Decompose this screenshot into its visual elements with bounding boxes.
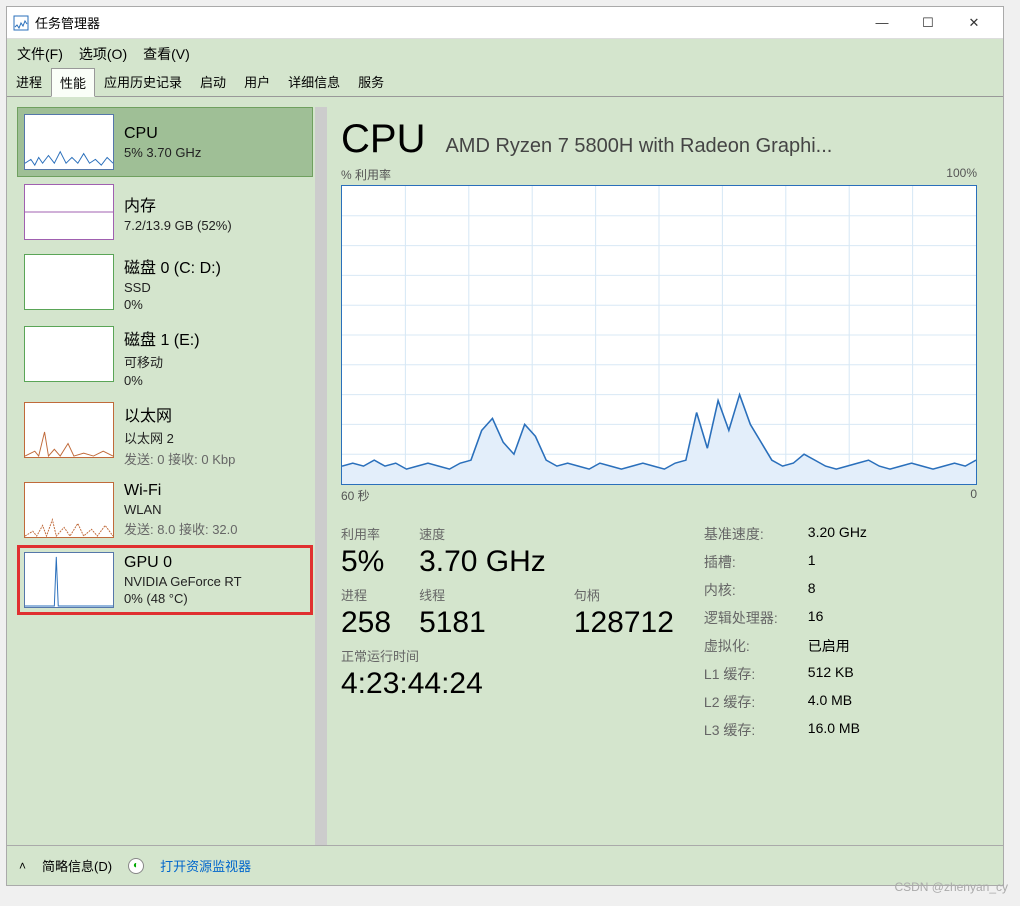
close-button[interactable]: ✕ xyxy=(951,8,997,38)
logical-label: 逻辑处理器: xyxy=(704,608,778,628)
cpu-thumb-icon xyxy=(24,114,114,170)
footer: ˄ 简略信息(D) ◐ 打开资源监视器 xyxy=(7,845,1003,885)
sidebar-wifi-title: Wi-Fi xyxy=(124,482,306,500)
main-subtitle: AMD Ryzen 7 5800H with Radeon Graphi... xyxy=(445,135,977,158)
sidebar-item-memory[interactable]: 内存 7.2/13.9 GB (52%) xyxy=(17,177,313,247)
app-icon xyxy=(13,15,29,31)
sidebar-wifi-io: 发送: 8.0 接收: 32.0 xyxy=(124,519,306,538)
resource-monitor-icon: ◐ xyxy=(128,858,144,874)
sidebar-eth-sub1: 以太网 2 xyxy=(124,428,306,447)
chart-x-left: 60 秒 xyxy=(341,487,370,504)
sidebar-eth-io: 发送: 0 接收: 0 Kbp xyxy=(124,449,306,468)
menu-view[interactable]: 查看(V) xyxy=(143,44,190,64)
wifi-thumb-icon xyxy=(24,482,114,538)
disk1-thumb-icon xyxy=(24,326,114,382)
cpu-chart[interactable] xyxy=(341,185,977,485)
sidebar-wifi-sub1: WLAN xyxy=(124,502,306,517)
logical-value: 16 xyxy=(808,608,867,628)
l1-label: L1 缓存: xyxy=(704,664,778,684)
sidebar-disk0-sub2: 0% xyxy=(124,297,306,312)
proc-value: 258 xyxy=(341,606,391,640)
sidebar-item-disk0[interactable]: 磁盘 0 (C: D:) SSD 0% xyxy=(17,247,313,319)
sidebar-cpu-title: CPU xyxy=(124,125,306,143)
disk0-thumb-icon xyxy=(24,254,114,310)
sidebar-scrollbar[interactable] xyxy=(315,107,327,845)
minimize-button[interactable]: — xyxy=(859,8,905,38)
handle-label: 句柄 xyxy=(574,585,674,604)
l3-label: L3 缓存: xyxy=(704,720,778,740)
sidebar-item-wifi[interactable]: Wi-Fi WLAN 发送: 8.0 接收: 32.0 xyxy=(17,475,313,545)
sidebar-mem-title: 内存 xyxy=(124,192,306,216)
brief-info-button[interactable]: 简略信息(D) xyxy=(42,856,112,875)
sockets-label: 插槽: xyxy=(704,552,778,572)
menubar: 文件(F) 选项(O) 查看(V) xyxy=(7,39,1003,69)
virt-value: 已启用 xyxy=(808,636,867,656)
titlebar[interactable]: 任务管理器 — ☐ ✕ xyxy=(7,7,1003,39)
l2-label: L2 缓存: xyxy=(704,692,778,712)
watermark: CSDN @zhenyan_cy xyxy=(894,880,1008,894)
main-title: CPU xyxy=(341,117,425,162)
open-resource-monitor-link[interactable]: 打开资源监视器 xyxy=(160,856,251,875)
tab-details[interactable]: 详细信息 xyxy=(279,67,349,96)
gpu0-thumb-icon xyxy=(24,552,114,608)
tab-users[interactable]: 用户 xyxy=(235,67,279,96)
chart-y-max: 100% xyxy=(946,166,977,183)
speed-label: 速度 xyxy=(419,524,546,543)
cores-label: 内核: xyxy=(704,580,778,600)
sidebar-disk1-title: 磁盘 1 (E:) xyxy=(124,326,306,350)
base-speed-label: 基准速度: xyxy=(704,524,778,544)
tab-apphistory[interactable]: 应用历史记录 xyxy=(95,67,191,96)
chart-x-right: 0 xyxy=(970,487,977,504)
chart-y-label: % 利用率 xyxy=(341,166,391,183)
tab-services[interactable]: 服务 xyxy=(349,67,393,96)
sidebar-eth-title: 以太网 xyxy=(124,402,306,426)
sidebar-disk0-sub1: SSD xyxy=(124,280,306,295)
base-speed-value: 3.20 GHz xyxy=(808,524,867,544)
l1-value: 512 KB xyxy=(808,664,867,684)
ethernet-thumb-icon xyxy=(24,402,114,458)
sockets-value: 1 xyxy=(808,552,867,572)
menu-options[interactable]: 选项(O) xyxy=(79,44,127,64)
cores-value: 8 xyxy=(808,580,867,600)
stats-area: 利用率 5% 速度 3.70 GHz 进程 258 线程 5181 句柄 128712 正… xyxy=(341,524,977,740)
proc-label: 进程 xyxy=(341,585,391,604)
sidebar-gpu0-title: GPU 0 xyxy=(124,554,306,572)
speed-value: 3.70 GHz xyxy=(419,545,546,579)
sidebar-item-ethernet[interactable]: 以太网 以太网 2 发送: 0 接收: 0 Kbp xyxy=(17,395,313,475)
window-title: 任务管理器 xyxy=(35,13,859,32)
l3-value: 16.0 MB xyxy=(808,720,867,740)
maximize-button[interactable]: ☐ xyxy=(905,8,951,38)
sidebar-item-gpu0[interactable]: GPU 0 NVIDIA GeForce RT 0% (48 °C) xyxy=(17,545,313,615)
menu-file[interactable]: 文件(F) xyxy=(17,44,63,64)
tab-processes[interactable]: 进程 xyxy=(7,67,51,96)
virt-label: 虚拟化: xyxy=(704,636,778,656)
handle-value: 128712 xyxy=(574,606,674,640)
task-manager-window: 任务管理器 — ☐ ✕ 文件(F) 选项(O) 查看(V) 进程 性能 应用历史… xyxy=(6,6,1004,886)
sidebar-gpu0-sub1: NVIDIA GeForce RT xyxy=(124,574,306,589)
sidebar-disk1-sub1: 可移动 xyxy=(124,352,306,371)
sidebar: CPU 5% 3.70 GHz 内存 7.2/13.9 GB (52%) 磁盘 … xyxy=(17,107,327,845)
content-area: CPU 5% 3.70 GHz 内存 7.2/13.9 GB (52%) 磁盘 … xyxy=(7,97,1003,845)
sidebar-item-disk1[interactable]: 磁盘 1 (E:) 可移动 0% xyxy=(17,319,313,395)
sidebar-mem-sub: 7.2/13.9 GB (52%) xyxy=(124,218,306,233)
tab-performance[interactable]: 性能 xyxy=(51,68,95,97)
chevron-up-icon[interactable]: ˄ xyxy=(19,859,26,873)
sidebar-disk1-sub2: 0% xyxy=(124,373,306,388)
sidebar-cpu-sub: 5% 3.70 GHz xyxy=(124,145,306,160)
l2-value: 4.0 MB xyxy=(808,692,867,712)
sidebar-item-cpu[interactable]: CPU 5% 3.70 GHz xyxy=(17,107,313,177)
thread-label: 线程 xyxy=(419,585,546,604)
sidebar-gpu0-sub2: 0% (48 °C) xyxy=(124,591,306,606)
sidebar-disk0-title: 磁盘 0 (C: D:) xyxy=(124,254,306,278)
tabbar: 进程 性能 应用历史记录 启动 用户 详细信息 服务 xyxy=(7,69,1003,97)
memory-thumb-icon xyxy=(24,184,114,240)
main-panel: CPU AMD Ryzen 7 5800H with Radeon Graphi… xyxy=(335,107,993,845)
util-label: 利用率 xyxy=(341,524,391,543)
util-value: 5% xyxy=(341,545,391,579)
uptime-value: 4:23:44:24 xyxy=(341,667,674,701)
uptime-label: 正常运行时间 xyxy=(341,646,674,665)
thread-value: 5181 xyxy=(419,606,546,640)
tab-startup[interactable]: 启动 xyxy=(191,67,235,96)
